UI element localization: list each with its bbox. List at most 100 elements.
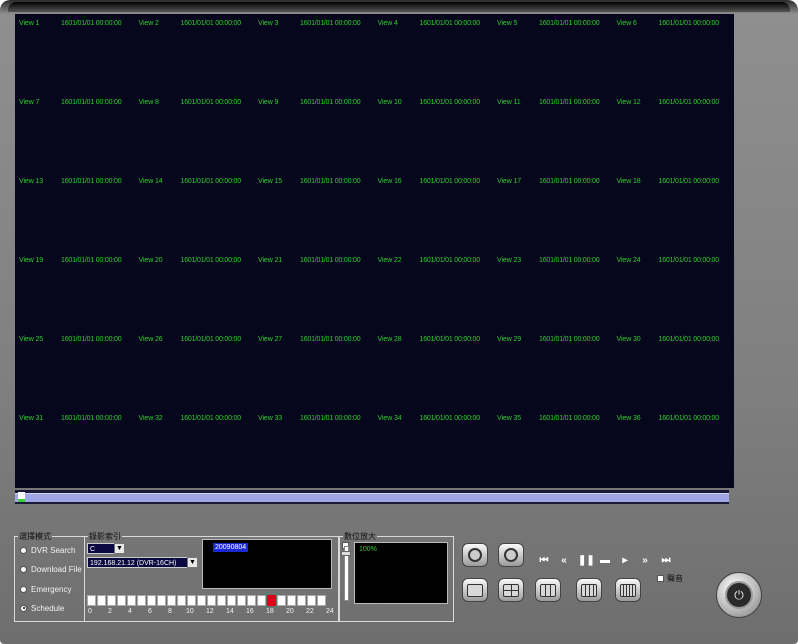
hour-cell[interactable] [237,595,246,606]
view-timestamp-label: 1601/01/01 00:00:00 [180,257,242,264]
video-view-cell[interactable]: View 9 1601/01/01 00:00:00 [254,93,374,172]
mode-schedule-radio[interactable]: Schedule [20,602,64,614]
hour-cell[interactable] [87,595,96,606]
stop-icon[interactable]: ⏮ [538,555,550,567]
hour-cell[interactable] [187,595,196,606]
video-view-cell[interactable]: View 14 1601/01/01 00:00:00 [135,172,255,251]
video-view-cell[interactable]: View 16 1601/01/01 00:00:00 [374,172,494,251]
audio-checkbox[interactable]: 聲音 [657,573,683,584]
video-view-cell[interactable]: View 11 1601/01/01 00:00:00 [493,93,613,172]
fast-forward-icon[interactable]: » [639,555,651,567]
record-date-list[interactable]: 20090804 [202,539,332,589]
step-icon[interactable]: ▬ [599,555,611,567]
video-view-cell[interactable]: View 31 1601/01/01 00:00:00 [15,409,135,488]
radio-button-icon[interactable] [20,546,27,554]
mode-dvr-search-radio[interactable]: DVR Search [20,544,75,556]
hour-cell[interactable] [197,595,206,606]
hour-cell[interactable] [117,595,126,606]
hour-cell[interactable] [147,595,156,606]
hour-cell[interactable] [257,595,266,606]
hour-cell[interactable] [267,595,276,606]
record-button[interactable] [498,543,524,567]
pause-icon[interactable]: ❚❚ [578,555,595,567]
video-view-cell[interactable]: View 3 1601/01/01 00:00:00 [254,14,374,93]
video-view-cell[interactable]: View 18 1601/01/01 00:00:00 [613,172,733,251]
video-view-cell[interactable]: View 29 1601/01/01 00:00:00 [493,330,613,409]
video-view-cell[interactable]: View 10 1601/01/01 00:00:00 [374,93,494,172]
video-view-cell[interactable]: View 25 1601/01/01 00:00:00 [15,330,135,409]
radio-button-icon[interactable] [20,565,27,573]
hour-selector[interactable] [87,595,327,606]
hour-cell[interactable] [317,595,326,606]
video-view-cell[interactable]: View 27 1601/01/01 00:00:00 [254,330,374,409]
video-view-cell[interactable]: View 19 1601/01/01 00:00:00 [15,251,135,330]
next-frame-icon[interactable]: ⏭ [660,555,672,567]
hour-cell[interactable] [97,595,106,606]
video-view-cell[interactable]: View 7 1601/01/01 00:00:00 [15,93,135,172]
radio-button-icon[interactable] [20,585,27,593]
hour-cell[interactable] [277,595,286,606]
timeline-track[interactable] [15,493,729,502]
nine-view-icon [540,583,556,597]
hour-cell[interactable] [307,595,316,606]
mode-download-file-radio[interactable]: Download File [20,563,82,575]
video-view-cell[interactable]: View 6 1601/01/01 00:00:00 [613,14,733,93]
mode-emergency-radio[interactable]: Emergency [20,583,71,595]
power-button[interactable]: ⏻ [716,572,762,618]
hour-cell[interactable] [227,595,236,606]
video-view-cell[interactable]: View 22 1601/01/01 00:00:00 [374,251,494,330]
video-view-cell[interactable]: View 30 1601/01/01 00:00:00 [613,330,733,409]
hour-cell[interactable] [137,595,146,606]
hour-cell[interactable] [107,595,116,606]
checkbox-icon[interactable] [657,575,664,582]
video-view-cell[interactable]: View 2 1601/01/01 00:00:00 [135,14,255,93]
video-view-cell[interactable]: View 4 1601/01/01 00:00:00 [374,14,494,93]
layout-4-button[interactable] [498,578,524,602]
video-view-cell[interactable]: View 1 1601/01/01 00:00:00 [15,14,135,93]
play-icon[interactable]: ▸ [619,555,631,567]
video-view-cell[interactable]: View 23 1601/01/01 00:00:00 [493,251,613,330]
snapshot-button[interactable] [462,543,488,567]
device-select[interactable]: 192.168.21.12 (DVR-16CH) ▼ [87,557,198,568]
video-view-cell[interactable]: View 17 1601/01/01 00:00:00 [493,172,613,251]
radio-button-selected-icon[interactable] [20,604,27,612]
timeline-position-marker[interactable] [18,492,25,502]
layout-36-button[interactable] [615,578,641,602]
hour-cell[interactable] [167,595,176,606]
hour-cell[interactable] [157,595,166,606]
hour-cell[interactable] [127,595,136,606]
playback-timeline[interactable] [15,490,729,504]
view-name-label: View 29 [497,336,522,343]
rewind-icon[interactable]: « [558,555,570,567]
hour-cell[interactable] [297,595,306,606]
hour-cell[interactable] [287,595,296,606]
layout-9-button[interactable] [535,578,561,602]
video-view-cell[interactable]: View 13 1601/01/01 00:00:00 [15,172,135,251]
zoom-slider-thumb[interactable] [341,551,351,556]
layout-16-button[interactable] [576,578,602,602]
chevron-down-icon[interactable]: ▼ [114,543,125,554]
hour-cell[interactable] [177,595,186,606]
chevron-down-icon[interactable]: ▼ [187,557,198,568]
layout-1-button[interactable] [462,578,488,602]
drive-select[interactable]: C ▼ [87,543,125,554]
video-view-cell[interactable]: View 26 1601/01/01 00:00:00 [135,330,255,409]
video-view-cell[interactable]: View 34 1601/01/01 00:00:00 [374,409,494,488]
video-view-cell[interactable]: View 36 1601/01/01 00:00:00 [613,409,733,488]
record-date-item[interactable]: 20090804 [213,543,249,552]
video-view-cell[interactable]: View 20 1601/01/01 00:00:00 [135,251,255,330]
hour-cell[interactable] [207,595,216,606]
hour-cell[interactable] [247,595,256,606]
video-view-cell[interactable]: View 21 1601/01/01 00:00:00 [254,251,374,330]
video-view-cell[interactable]: View 35 1601/01/01 00:00:00 [493,409,613,488]
video-view-cell[interactable]: View 24 1601/01/01 00:00:00 [613,251,733,330]
video-view-cell[interactable]: View 8 1601/01/01 00:00:00 [135,93,255,172]
hour-cell[interactable] [217,595,226,606]
video-view-cell[interactable]: View 5 1601/01/01 00:00:00 [493,14,613,93]
view-timestamp-label: 1601/01/01 00:00:00 [658,20,720,27]
video-view-cell[interactable]: View 33 1601/01/01 00:00:00 [254,409,374,488]
video-view-cell[interactable]: View 15 1601/01/01 00:00:00 [254,172,374,251]
video-view-cell[interactable]: View 28 1601/01/01 00:00:00 [374,330,494,409]
video-view-cell[interactable]: View 12 1601/01/01 00:00:00 [613,93,733,172]
video-view-cell[interactable]: View 32 1601/01/01 00:00:00 [135,409,255,488]
